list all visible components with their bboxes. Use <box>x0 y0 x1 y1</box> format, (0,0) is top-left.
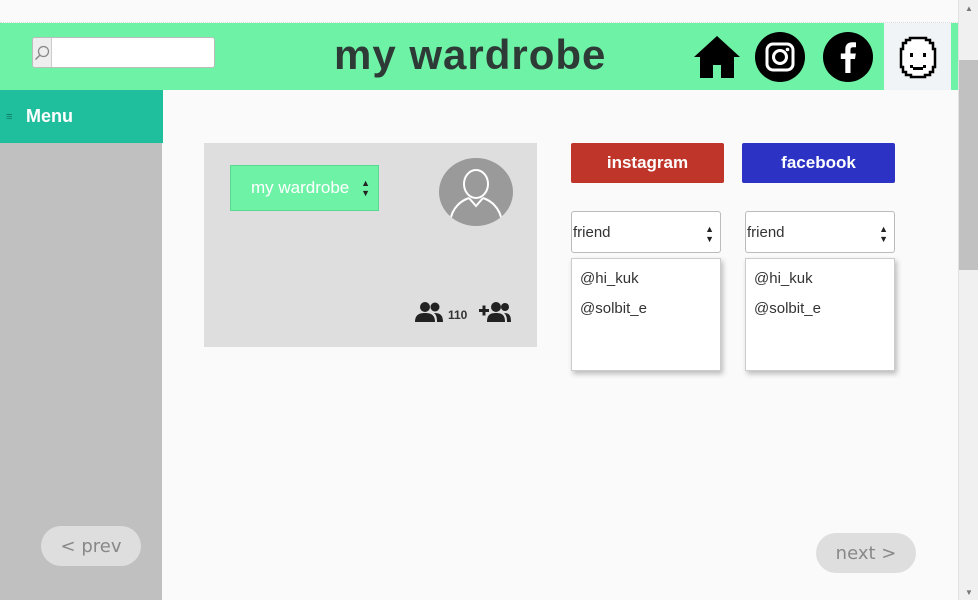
select-arrows-icon: ▲ ▼ <box>705 224 714 244</box>
search-box <box>32 37 215 68</box>
avatar-placeholder-icon[interactable] <box>439 158 513 226</box>
list-item[interactable]: @hi_kuk <box>572 268 720 298</box>
scroll-up-icon[interactable]: ▲ <box>959 0 978 16</box>
search-input[interactable] <box>52 38 214 67</box>
list-item[interactable]: @solbit_e <box>746 298 894 328</box>
menu-button[interactable]: ≡ Menu <box>0 90 163 143</box>
scroll-thumb[interactable] <box>959 60 978 270</box>
next-button[interactable]: next > <box>816 533 916 573</box>
instagram-icon[interactable] <box>754 31 806 83</box>
main-content: my wardrobe ▲ ▼ 110 instagram facebook f… <box>163 90 958 600</box>
prev-button[interactable]: < prev <box>41 526 141 566</box>
list-item[interactable]: @solbit_e <box>572 298 720 328</box>
facebook-button[interactable]: facebook <box>742 143 895 183</box>
search-icon[interactable] <box>33 38 52 67</box>
instagram-friend-list: @hi_kuk @solbit_e <box>571 258 721 371</box>
instagram-friend-select-value: friend <box>573 223 611 241</box>
sidebar: ≡ Menu < prev <box>0 90 163 600</box>
facebook-friend-select-value: friend <box>747 223 785 241</box>
header: my wardrobe <box>0 23 958 90</box>
top-strip <box>0 0 958 23</box>
wardrobe-select[interactable]: my wardrobe ▲ ▼ <box>230 165 379 211</box>
add-friend-icon[interactable] <box>479 301 512 328</box>
wardrobe-select-value: my wardrobe <box>251 178 350 197</box>
menu-label: Menu <box>26 106 73 126</box>
select-arrows-icon: ▲ ▼ <box>361 178 370 198</box>
instagram-button[interactable]: instagram <box>571 143 724 183</box>
site-title: my wardrobe <box>334 31 607 78</box>
facebook-icon[interactable] <box>822 31 874 83</box>
follow-info: 110 <box>414 301 512 328</box>
profile-face-icon <box>899 36 936 78</box>
instagram-friend-select[interactable]: friend ▲ ▼ <box>571 211 721 253</box>
profile-button[interactable] <box>884 23 951 90</box>
facebook-friend-select[interactable]: friend ▲ ▼ <box>745 211 895 253</box>
follower-count: 110 <box>448 307 468 322</box>
list-item[interactable]: @hi_kuk <box>746 268 894 298</box>
select-arrows-icon: ▲ ▼ <box>879 224 888 244</box>
page: my wardrobe ≡ Menu < prev my wardrobe ▲ … <box>0 0 978 600</box>
facebook-friend-list: @hi_kuk @solbit_e <box>745 258 895 371</box>
followers-icon[interactable] <box>414 301 444 328</box>
scroll-down-icon[interactable]: ▼ <box>959 584 978 600</box>
profile-card: my wardrobe ▲ ▼ 110 <box>204 143 537 347</box>
scrollbar[interactable]: ▲ ▼ <box>958 0 978 600</box>
home-icon[interactable] <box>691 31 743 83</box>
hamburger-icon: ≡ <box>6 110 13 123</box>
